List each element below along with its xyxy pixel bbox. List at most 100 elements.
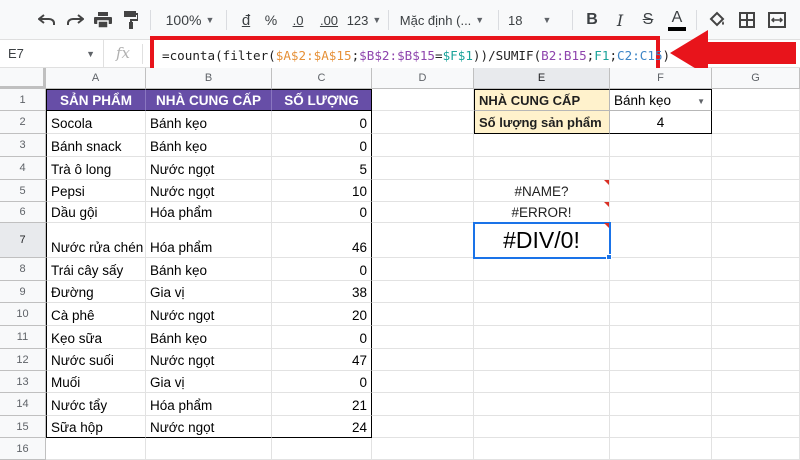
error-name-cell[interactable]: #NAME? [474, 180, 610, 202]
row-header-14[interactable]: 14 [0, 393, 46, 416]
supplier-cell[interactable]: Nước ngọt [146, 416, 272, 438]
cell[interactable] [610, 281, 712, 303]
cell[interactable] [712, 89, 800, 111]
paint-format-icon[interactable] [118, 6, 144, 34]
cell[interactable] [372, 202, 474, 223]
cell[interactable] [712, 371, 800, 393]
supplier-dropdown[interactable]: Bánh kẹo ▼ [610, 89, 712, 111]
cell[interactable] [372, 438, 474, 460]
column-header-b[interactable]: B [146, 68, 272, 89]
cell[interactable] [474, 134, 610, 157]
row-header-6[interactable]: 6 [0, 202, 46, 223]
product-cell[interactable]: Socola [46, 111, 146, 134]
supplier-cell[interactable]: Hóa phẩm [146, 393, 272, 416]
cell[interactable] [372, 157, 474, 180]
quantity-cell[interactable]: 38 [272, 281, 372, 303]
supplier-cell[interactable]: Gia vị [146, 281, 272, 303]
column-header-f[interactable]: F [610, 68, 712, 89]
bold-button[interactable]: B [580, 6, 604, 34]
cell[interactable] [474, 416, 610, 438]
currency-button[interactable]: đ [234, 6, 258, 34]
product-cell[interactable]: Dầu gội [46, 202, 146, 223]
count-label-cell[interactable]: Số lượng sản phẩm [474, 111, 610, 134]
quantity-cell[interactable]: 0 [272, 326, 372, 349]
cell[interactable] [272, 438, 372, 460]
supplier-cell[interactable]: Bánh kẹo [146, 326, 272, 349]
product-cell[interactable]: Muối [46, 371, 146, 393]
product-cell[interactable]: Nước suối [46, 349, 146, 371]
row-header-11[interactable]: 11 [0, 326, 46, 349]
cell[interactable] [610, 134, 712, 157]
count-value-cell[interactable]: 4 [610, 111, 712, 134]
cell[interactable] [712, 258, 800, 281]
row-header-5[interactable]: 5 [0, 180, 46, 202]
cell[interactable] [146, 438, 272, 460]
cell[interactable] [610, 349, 712, 371]
row-header-7[interactable]: 7 [0, 223, 46, 258]
product-cell[interactable]: Bánh snack [46, 134, 146, 157]
quantity-cell[interactable]: 0 [272, 134, 372, 157]
row-header-1[interactable]: 1 [0, 89, 46, 111]
cell[interactable] [712, 393, 800, 416]
cell[interactable] [372, 180, 474, 202]
supplier-cell[interactable]: Nước ngọt [146, 157, 272, 180]
row-header-15[interactable]: 15 [0, 416, 46, 438]
product-cell[interactable]: Kẹo sữa [46, 326, 146, 349]
cell[interactable] [474, 371, 610, 393]
cell[interactable] [46, 438, 146, 460]
cell[interactable] [712, 349, 800, 371]
product-cell[interactable]: Sữa hộp [46, 416, 146, 438]
row-header-4[interactable]: 4 [0, 157, 46, 180]
product-cell[interactable]: Trái cây sấy [46, 258, 146, 281]
cell[interactable] [372, 416, 474, 438]
cell[interactable] [610, 326, 712, 349]
font-size-select[interactable]: 18 ▼ [508, 6, 560, 34]
row-header-10[interactable]: 10 [0, 303, 46, 326]
cell[interactable] [610, 303, 712, 326]
decrease-decimal-button[interactable]: .0 [284, 6, 312, 34]
quantity-cell[interactable]: 0 [272, 258, 372, 281]
quantity-cell[interactable]: 24 [272, 416, 372, 438]
cell[interactable] [712, 326, 800, 349]
print-icon[interactable] [90, 6, 116, 34]
supplier-cell[interactable]: Hóa phẩm [146, 223, 272, 258]
redo-icon[interactable] [62, 6, 88, 34]
row-header-13[interactable]: 13 [0, 371, 46, 393]
increase-decimal-button[interactable]: .00 [314, 6, 344, 34]
row-header-8[interactable]: 8 [0, 258, 46, 281]
cell[interactable] [474, 393, 610, 416]
cell[interactable] [474, 157, 610, 180]
quantity-cell[interactable]: 10 [272, 180, 372, 202]
error-indicator-icon[interactable] [604, 223, 609, 228]
cell[interactable] [712, 281, 800, 303]
number-format-select[interactable]: 123 ▼ [344, 6, 384, 34]
error-indicator-icon[interactable] [604, 180, 609, 185]
undo-icon[interactable] [34, 6, 60, 34]
product-cell[interactable]: Nước tẩy [46, 393, 146, 416]
name-box[interactable]: E7 ▼ [0, 40, 104, 68]
cell[interactable] [610, 371, 712, 393]
cell[interactable] [712, 303, 800, 326]
cell[interactable] [372, 326, 474, 349]
font-select[interactable]: Mặc định (... ▼ [396, 6, 488, 34]
product-cell[interactable]: Nước rửa chén [46, 223, 146, 258]
cell[interactable] [474, 349, 610, 371]
row-header-9[interactable]: 9 [0, 281, 46, 303]
supplier-cell[interactable]: Gia vị [146, 371, 272, 393]
chevron-down-icon[interactable]: ▼ [697, 97, 705, 106]
row-header-12[interactable]: 12 [0, 349, 46, 371]
product-cell[interactable]: Pepsi [46, 180, 146, 202]
quantity-cell[interactable]: 5 [272, 157, 372, 180]
supplier-cell[interactable]: Hóa phẩm [146, 202, 272, 223]
product-cell[interactable]: Trà ô long [46, 157, 146, 180]
quantity-cell[interactable]: 0 [272, 202, 372, 223]
cell[interactable] [474, 438, 610, 460]
column-header-d[interactable]: D [372, 68, 474, 89]
cell[interactable] [712, 180, 800, 202]
cell[interactable] [712, 157, 800, 180]
column-header-g[interactable]: G [712, 68, 800, 89]
cell[interactable] [474, 258, 610, 281]
row-header-3[interactable]: 3 [0, 134, 46, 157]
cell[interactable] [610, 157, 712, 180]
product-cell[interactable]: Cà phê [46, 303, 146, 326]
